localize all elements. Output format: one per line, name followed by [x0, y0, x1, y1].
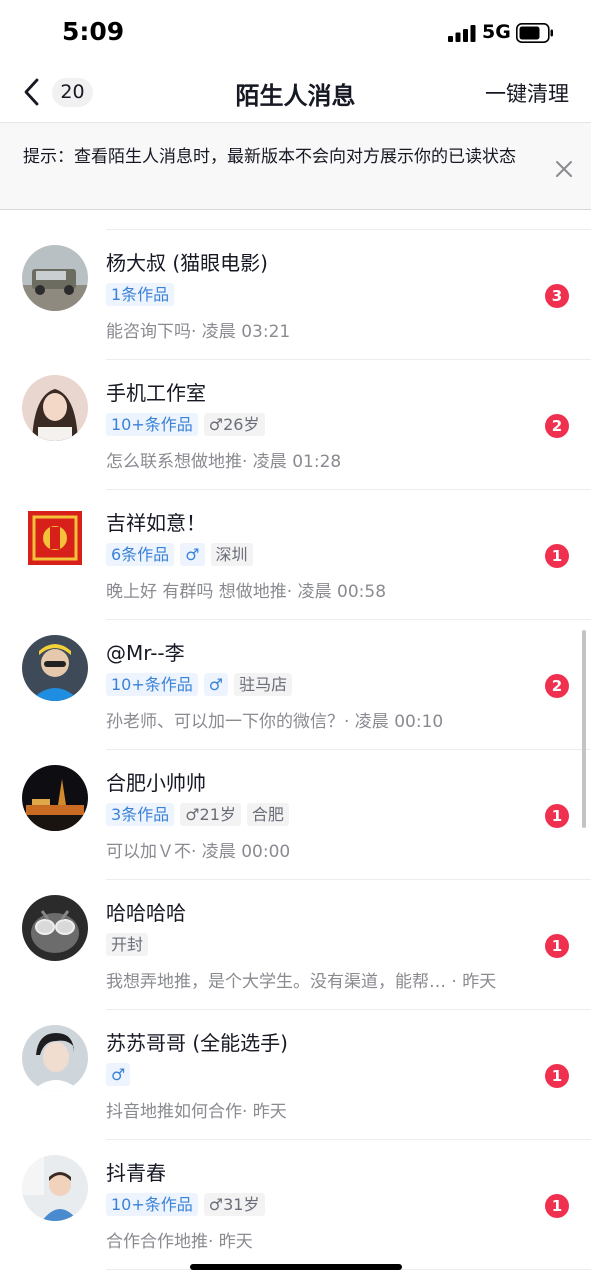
- message-preview: 合作合作地推· 昨天: [106, 1232, 253, 1252]
- sender-name: 合肥小帅帅: [106, 771, 206, 795]
- unread-badge: 2: [545, 414, 569, 438]
- tag-row: 10+条作品 ♂ 驻马店: [106, 673, 293, 697]
- works-count-tag[interactable]: 3条作品: [106, 803, 175, 826]
- message-preview: 怎么联系想做地推· 凌晨 01:28: [106, 452, 342, 472]
- message-item[interactable]: @Mr--李 10+条作品 ♂ 驻马店 孙老师、可以加一下你的微信？· 凌晨 0…: [0, 620, 591, 750]
- battery-icon: [516, 23, 553, 43]
- gender-tag: ♂: [106, 1063, 131, 1086]
- message-preview: 能咨询下吗· 凌晨 03:21: [106, 322, 291, 342]
- signal-icon: [448, 25, 476, 42]
- works-count-tag[interactable]: 6条作品: [106, 543, 175, 566]
- works-count-tag[interactable]: 1条作品: [106, 283, 175, 306]
- unread-badge: 1: [545, 934, 569, 958]
- read-status-notice: 提示：查看陌生人消息时，最新版本不会向对方展示你的已读状态: [0, 122, 591, 210]
- gender-tag: ♂: [203, 673, 229, 696]
- sender-name: 手机工作室: [106, 381, 206, 405]
- unread-badge: 1: [545, 1194, 569, 1218]
- tag-row: 3条作品 ♂21岁 合肥: [106, 803, 289, 827]
- tag-row: 10+条作品 ♂31岁: [106, 1193, 265, 1217]
- location-tag: 开封: [106, 933, 149, 956]
- unread-badge: 3: [545, 284, 569, 308]
- sender-name: 杨大叔 (猫眼电影): [106, 251, 268, 275]
- tag-row: 10+条作品 ♂26岁: [106, 413, 265, 437]
- network-label: 5G: [482, 21, 511, 43]
- status-bar: 5:09 5G: [0, 0, 591, 66]
- avatar[interactable]: [22, 1155, 88, 1221]
- location-tag: 合肥: [246, 803, 289, 826]
- scrollbar-thumb[interactable]: [582, 630, 586, 828]
- message-item[interactable]: 抖青春 10+条作品 ♂31岁 合作合作地推· 昨天 1: [0, 1140, 591, 1270]
- message-preview: 孙老师、可以加一下你的微信？· 凌晨 00:10: [106, 712, 444, 732]
- gender-tag: ♂: [180, 543, 205, 566]
- gender-age-tag: ♂26岁: [203, 413, 265, 436]
- message-item[interactable]: 苏苏哥哥 (全能选手) ♂ 抖音地推如何合作· 昨天 1: [0, 1010, 591, 1140]
- location-tag: 深圳: [210, 543, 253, 566]
- home-indicator[interactable]: [190, 1264, 402, 1270]
- avatar[interactable]: [22, 375, 88, 441]
- location-tag: 驻马店: [234, 673, 293, 696]
- sender-name: 苏苏哥哥 (全能选手): [106, 1031, 288, 1055]
- unread-badge: 1: [545, 804, 569, 828]
- message-preview: 晚上好 有群吗 想做地推· 凌晨 00:58: [106, 582, 387, 602]
- close-icon[interactable]: [553, 158, 575, 180]
- sender-name: 抖青春: [106, 1161, 166, 1185]
- clear-all-button[interactable]: 一键清理: [485, 78, 569, 108]
- sender-name: @Mr--李: [106, 641, 185, 665]
- notice-text: 提示：查看陌生人消息时，最新版本不会向对方展示你的已读状态: [23, 147, 516, 167]
- status-time: 5:09: [62, 17, 125, 46]
- message-item[interactable]: 杨大叔 (猫眼电影) 1条作品 能咨询下吗· 凌晨 03:21 3: [0, 230, 591, 360]
- message-item[interactable]: 合肥小帅帅 3条作品 ♂21岁 合肥 可以加Ｖ不· 凌晨 00:00 1: [0, 750, 591, 880]
- message-preview: 我想弄地推，是个大学生。没有渠道，能帮… · 昨天: [106, 972, 497, 992]
- message-preview: 抖音地推如何合作· 昨天: [106, 1102, 287, 1122]
- works-count-tag[interactable]: 10+条作品: [106, 673, 198, 696]
- tag-row: 开封: [106, 933, 149, 957]
- message-item[interactable]: 手机工作室 10+条作品 ♂26岁 怎么联系想做地推· 凌晨 01:28 2: [0, 360, 591, 490]
- avatar[interactable]: [22, 765, 88, 831]
- gender-age-tag: ♂21岁: [180, 803, 241, 826]
- avatar[interactable]: [22, 505, 88, 571]
- message-item[interactable]: 吉祥如意！ 6条作品 ♂ 深圳 晚上好 有群吗 想做地推· 凌晨 00:58 1: [0, 490, 591, 620]
- sender-name: 吉祥如意！: [106, 511, 206, 535]
- avatar[interactable]: [22, 895, 88, 961]
- message-item[interactable]: 哈哈哈哈 开封 我想弄地推，是个大学生。没有渠道，能帮… · 昨天 1: [0, 880, 591, 1010]
- gender-age-tag: ♂31岁: [203, 1193, 265, 1216]
- sender-name: 哈哈哈哈: [106, 901, 186, 925]
- tag-row: 1条作品: [106, 283, 175, 307]
- unread-badge: 1: [545, 1064, 569, 1088]
- works-count-tag[interactable]: 10+条作品: [106, 1193, 198, 1216]
- stranger-message-list: 杨大叔 (猫眼电影) 1条作品 能咨询下吗· 凌晨 03:21 3 手机工作室 …: [0, 230, 591, 1270]
- works-count-tag[interactable]: 10+条作品: [106, 413, 198, 436]
- avatar[interactable]: [22, 1025, 88, 1091]
- tag-row: 6条作品 ♂ 深圳: [106, 543, 253, 567]
- avatar[interactable]: [22, 635, 88, 701]
- unread-badge: 2: [545, 674, 569, 698]
- unread-badge: 1: [545, 544, 569, 568]
- message-preview: 可以加Ｖ不· 凌晨 00:00: [106, 842, 291, 862]
- nav-bar: 20 陌生人消息 一键清理: [0, 66, 591, 120]
- avatar[interactable]: [22, 245, 88, 311]
- tag-row: ♂: [106, 1063, 131, 1087]
